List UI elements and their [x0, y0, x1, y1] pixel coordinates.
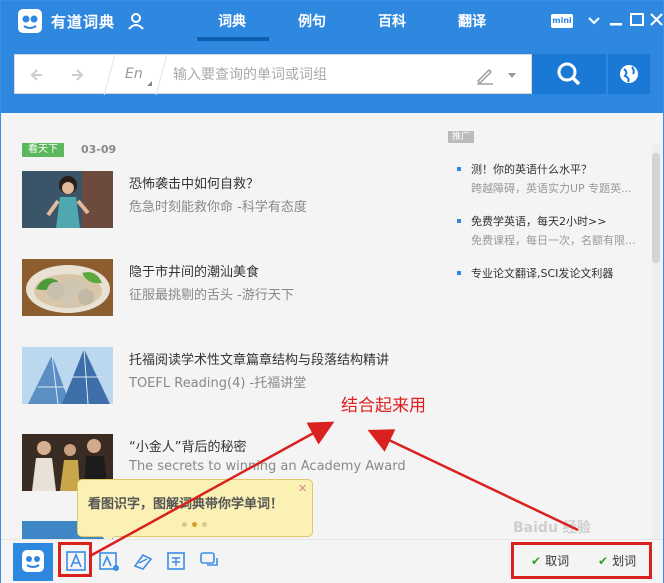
- divider: [103, 55, 116, 95]
- handwriting-pen-icon[interactable]: [475, 65, 495, 85]
- news-title[interactable]: “小金人”背后的秘密: [129, 436, 246, 455]
- news-thumbnail-image: [22, 259, 113, 316]
- news-thumbnail-image: [22, 347, 113, 404]
- minimize-icon[interactable]: [607, 11, 625, 29]
- feed-date: 03-09: [81, 143, 117, 156]
- news-title[interactable]: 隐于市井间的潮汕美食: [129, 261, 259, 280]
- annotation-label: 结合起来用: [341, 396, 426, 416]
- highlight-box: [58, 542, 92, 577]
- feature-tooltip: 看图识字，图解词典带你学单词！ ✕: [77, 479, 313, 544]
- menu-dropdown-icon[interactable]: [585, 11, 603, 29]
- news-title[interactable]: 托福阅读学术性文章篇章结构与段落结构精讲: [129, 349, 389, 368]
- watermark-text: Baidu 经验: [513, 520, 591, 536]
- home-button[interactable]: [13, 543, 53, 581]
- back-arrow-icon[interactable]: [27, 65, 47, 85]
- news-item[interactable]: 隐于市井间的潮汕美食 征服最挑剔的舌头 -游行天下: [22, 259, 442, 317]
- search-button[interactable]: [532, 54, 606, 94]
- search-icon: [557, 62, 581, 86]
- promotion-title[interactable]: 测！你的英语什么水平？: [471, 161, 592, 177]
- globe-icon: [620, 65, 638, 83]
- bullet-icon: [457, 219, 461, 223]
- pager-dot[interactable]: [182, 522, 187, 527]
- promotion-subtitle: 免费课程，每日一次，名额有限...: [471, 234, 636, 247]
- divider: [155, 55, 168, 95]
- pager-dot[interactable]: [202, 522, 207, 527]
- tab-dictionary[interactable]: 词典: [218, 11, 246, 31]
- maximize-icon[interactable]: [628, 11, 646, 29]
- app-title: 有道词典: [51, 13, 116, 31]
- image-translate-icon[interactable]: [98, 550, 120, 572]
- news-subtitle: 征服最挑剔的舌头 -游行天下: [129, 288, 294, 303]
- tab-examples[interactable]: 例句: [298, 11, 326, 31]
- language-selector[interactable]: En: [125, 66, 143, 82]
- tooltip-close-icon[interactable]: ✕: [298, 482, 307, 495]
- promotion-title[interactable]: 免费学英语，每天2小时>>: [471, 213, 606, 229]
- close-icon[interactable]: [648, 11, 664, 29]
- tab-encyclopedia[interactable]: 百科: [378, 11, 406, 31]
- pager-dot-active[interactable]: [192, 522, 197, 527]
- web-search-button[interactable]: [608, 54, 650, 94]
- search-input[interactable]: [173, 63, 463, 87]
- language-caret-icon: [147, 81, 152, 86]
- youdao-logo-icon: [18, 9, 42, 33]
- translate-tool-icon[interactable]: [165, 550, 187, 572]
- forward-arrow-icon[interactable]: [67, 65, 87, 85]
- tab-translate[interactable]: 翻译: [458, 11, 486, 31]
- mini-mode-button[interactable]: mini: [551, 14, 573, 28]
- news-thumbnail-image: [22, 171, 113, 228]
- bullet-icon: [457, 167, 461, 171]
- home-feed: 看天下 03-09 恐怖袭击中如何自救？ 危急时刻能救你命 -科学有态度 隐于市…: [1, 113, 663, 539]
- chat-icon[interactable]: [199, 550, 221, 572]
- news-title[interactable]: 恐怖袭击中如何自救？: [129, 173, 259, 192]
- input-dropdown-caret-icon[interactable]: [508, 73, 516, 78]
- promotion-subtitle: 跨越障碍，英语实力UP 专题英...: [471, 182, 632, 195]
- search-box: En: [14, 54, 532, 95]
- feed-badge: 看天下: [22, 143, 64, 157]
- title-bar: 有道词典 词典 例句 百科 翻译 mini: [1, 1, 663, 41]
- news-subtitle: 危急时刻能救你命 -科学有态度: [129, 200, 307, 215]
- app-window: 有道词典 词典 例句 百科 翻译 mini En 输入要查询的单词或词组 看天下…: [0, 0, 664, 583]
- news-subtitle: The secrets to winning an Academy Award: [129, 459, 406, 474]
- promotion-title[interactable]: 专业论文翻译,SCI发论文利器: [471, 265, 613, 281]
- scrollbar-thumb[interactable]: [652, 153, 660, 263]
- news-item[interactable]: 恐怖袭击中如何自救？ 危急时刻能救你命 -科学有态度: [22, 171, 442, 229]
- search-band: En: [1, 41, 663, 113]
- news-subtitle: TOEFL Reading(4) -托福讲堂: [129, 376, 307, 391]
- word-book-icon[interactable]: [132, 550, 154, 572]
- youdao-logo-icon: [22, 550, 44, 572]
- promotion-tag: 推广: [448, 131, 475, 143]
- user-icon[interactable]: [127, 12, 145, 30]
- tooltip-text: 看图识字，图解词典带你学单词！: [88, 497, 284, 512]
- bullet-icon: [457, 271, 461, 275]
- highlight-box: [511, 542, 652, 579]
